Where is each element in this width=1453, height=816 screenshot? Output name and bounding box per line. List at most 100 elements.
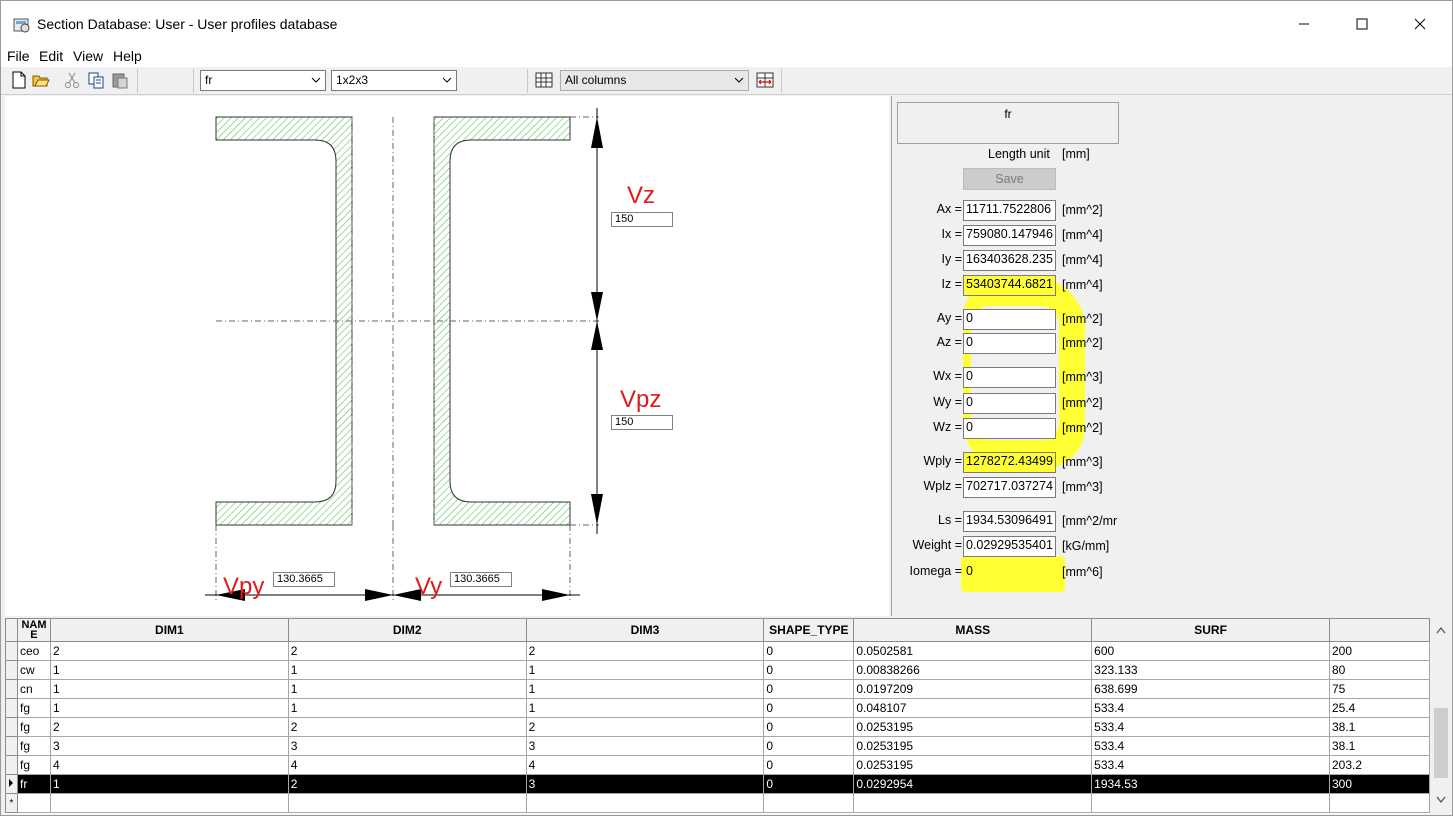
table-row[interactable]: fg 1 1 1 0 0.048107 533.4 25.4 — [5, 698, 1431, 718]
property-value-field[interactable]: 11711.7522806 — [963, 200, 1056, 221]
table-cell[interactable]: 75 — [1328, 679, 1431, 699]
row-header[interactable] — [5, 755, 18, 775]
table-cell[interactable]: fg — [16, 717, 51, 737]
table-cell[interactable] — [1328, 793, 1431, 813]
table-cell[interactable]: 0 — [763, 774, 855, 794]
table-cell[interactable]: 1 — [49, 679, 289, 699]
column-header[interactable]: MASS — [853, 618, 1093, 642]
table-cell[interactable]: 300 — [1328, 774, 1431, 794]
row-header[interactable] — [5, 679, 18, 699]
table-cell[interactable]: 1 — [287, 660, 527, 680]
scroll-down-icon[interactable] — [1436, 796, 1446, 804]
row-header[interactable] — [5, 660, 18, 680]
property-value-field[interactable]: 0 — [963, 562, 1056, 583]
table-cell[interactable]: 2 — [525, 717, 765, 737]
table-cell[interactable]: 38.1 — [1328, 717, 1431, 737]
table-row[interactable]: fr 1 2 3 0 0.0292954 1934.53 300 — [5, 774, 1431, 794]
table-cell[interactable]: 638.699 — [1091, 679, 1330, 699]
property-value-field[interactable]: 0.02929535401 — [963, 536, 1056, 557]
table-cell[interactable] — [525, 793, 765, 813]
property-value-field[interactable]: 0 — [963, 393, 1056, 414]
table-cell[interactable]: 1 — [287, 698, 527, 718]
table-cell[interactable]: 0 — [763, 698, 855, 718]
table-cell[interactable]: 2 — [49, 717, 289, 737]
table-cell[interactable]: 0.0502581 — [853, 641, 1093, 661]
table-cell[interactable]: 533.4 — [1091, 698, 1330, 718]
row-header[interactable] — [5, 736, 18, 756]
table-cell[interactable]: 533.4 — [1091, 736, 1330, 756]
table-cell[interactable] — [287, 793, 527, 813]
table-row[interactable]: fg 4 4 4 0 0.0253195 533.4 203.2 — [5, 755, 1431, 775]
dims-combo[interactable]: 1x2x3 — [331, 70, 457, 91]
section-combo[interactable]: fr — [200, 70, 326, 91]
column-header[interactable]: SHAPE_TYPE — [763, 618, 855, 642]
table-cell[interactable]: 533.4 — [1091, 755, 1330, 775]
property-value-field[interactable]: 53403744.6821 — [963, 275, 1056, 296]
table-cell[interactable]: 3 — [525, 774, 765, 794]
table-cell[interactable]: 0 — [763, 641, 855, 661]
property-value-field[interactable]: 0 — [963, 309, 1056, 330]
table-cell[interactable]: 3 — [287, 736, 527, 756]
table-cell[interactable]: 1 — [287, 679, 527, 699]
column-header[interactable]: DIM2 — [287, 618, 527, 642]
table-cell[interactable]: cn — [16, 679, 51, 699]
table-cell[interactable]: 200 — [1328, 641, 1431, 661]
table-cell[interactable]: 2 — [287, 717, 527, 737]
table-row[interactable]: ceo 2 2 2 0 0.0502581 600 200 — [5, 641, 1431, 661]
property-value-field[interactable]: 0 — [963, 367, 1056, 388]
table-cell[interactable]: 323.133 — [1091, 660, 1330, 680]
column-header[interactable]: DIM1 — [49, 618, 289, 642]
menu-edit[interactable]: Edit — [39, 48, 63, 64]
row-header[interactable] — [5, 774, 18, 794]
table-cell[interactable]: 0.00838266 — [853, 660, 1093, 680]
paste-icon[interactable] — [111, 71, 129, 89]
table-cell[interactable]: 3 — [49, 736, 289, 756]
table-cell[interactable]: 2 — [49, 641, 289, 661]
scroll-up-icon[interactable] — [1436, 626, 1446, 634]
column-header[interactable]: SURF — [1091, 618, 1330, 642]
table-cell[interactable]: 0 — [763, 660, 855, 680]
table-cell[interactable]: 1 — [525, 660, 765, 680]
table-row[interactable]: cn 1 1 1 0 0.0197209 638.699 75 — [5, 679, 1431, 699]
table-cell[interactable]: 1 — [525, 698, 765, 718]
property-value-field[interactable]: 759080.147946 — [963, 225, 1056, 246]
table-cell[interactable]: 1 — [49, 660, 289, 680]
property-value-field[interactable]: 0 — [963, 333, 1056, 354]
table-cell[interactable]: 80 — [1328, 660, 1431, 680]
table-cell[interactable]: 0 — [763, 679, 855, 699]
table-row[interactable]: cw 1 1 1 0 0.00838266 323.133 80 — [5, 660, 1431, 680]
cut-icon[interactable] — [63, 71, 81, 89]
menu-help[interactable]: Help — [113, 48, 142, 64]
table-cell[interactable]: 0.0292954 — [853, 774, 1093, 794]
table-cell[interactable] — [763, 793, 855, 813]
columns-combo[interactable]: All columns — [560, 70, 749, 91]
property-value-field[interactable]: 163403628.235 — [963, 250, 1056, 271]
table-cell[interactable]: fg — [16, 698, 51, 718]
grid-columns-icon[interactable] — [535, 71, 553, 89]
table-cell[interactable]: 0.0197209 — [853, 679, 1093, 699]
table-cell[interactable]: fg — [16, 736, 51, 756]
row-header[interactable]: * — [5, 793, 18, 813]
property-value-field[interactable]: 1934.53096491 — [963, 511, 1056, 532]
table-cell[interactable]: 1 — [49, 774, 289, 794]
table-cell[interactable]: 0.0253195 — [853, 717, 1093, 737]
column-header[interactable] — [1328, 618, 1431, 642]
table-cell[interactable]: 1 — [49, 698, 289, 718]
table-cell[interactable]: 1934.53 — [1091, 774, 1330, 794]
table-cell[interactable] — [49, 793, 289, 813]
row-header[interactable] — [5, 641, 18, 661]
table-cell[interactable]: 533.4 — [1091, 717, 1330, 737]
table-cell[interactable]: 2 — [287, 641, 527, 661]
copy-icon[interactable] — [87, 71, 105, 89]
table-cell[interactable]: 4 — [525, 755, 765, 775]
table-cell[interactable]: 4 — [49, 755, 289, 775]
table-cell[interactable]: 4 — [287, 755, 527, 775]
property-value-field[interactable]: 1278272.43499 — [963, 452, 1056, 473]
table-cell[interactable] — [16, 793, 51, 813]
scrollbar-thumb[interactable] — [1434, 708, 1448, 778]
table-cell[interactable]: 38.1 — [1328, 736, 1431, 756]
table-cell[interactable]: 1 — [525, 679, 765, 699]
table-cell[interactable]: 3 — [525, 736, 765, 756]
save-button[interactable]: Save — [963, 168, 1056, 190]
table-cell[interactable]: fg — [16, 755, 51, 775]
